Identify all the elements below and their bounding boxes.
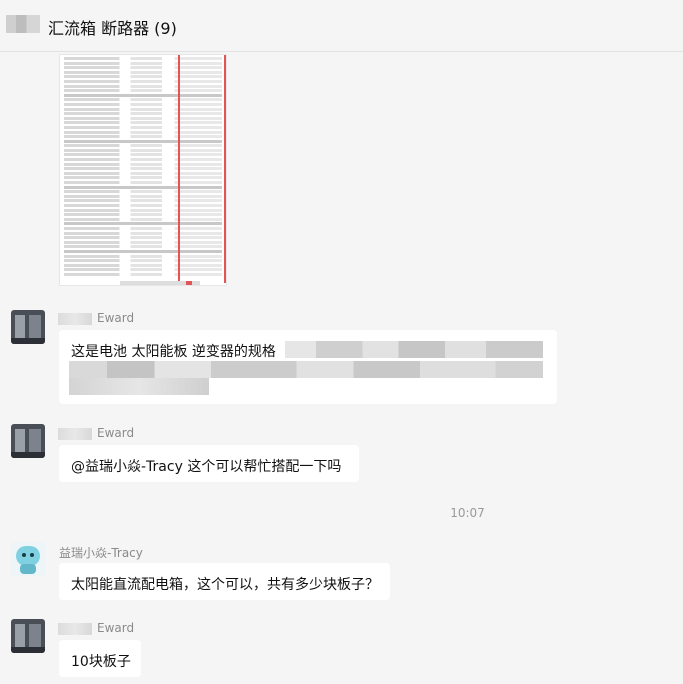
message-text: @益瑞小焱-Tracy 这个可以帮忙搭配一下吗 <box>71 459 342 475</box>
message-text: 这是电池 太阳能板 逆变器的规格 <box>71 344 276 360</box>
sender-name-redacted <box>58 313 92 325</box>
sender-name: Eward <box>97 621 135 635</box>
sender-name-redacted <box>58 428 92 440</box>
message-text: 10块板子 <box>71 654 131 670</box>
timestamp: 10:07 <box>450 506 485 520</box>
message-text: 太阳能直流配电箱，这个可以，共有多少块板子？ <box>71 577 379 593</box>
eward-avatar[interactable] <box>11 310 45 344</box>
message-bubble[interactable]: 10块板子 <box>59 640 141 677</box>
chat-title: 汇流箱 断路器 (9) <box>48 19 177 38</box>
tracy-avatar[interactable] <box>11 542 45 576</box>
redacted-text <box>285 341 543 358</box>
message-bubble[interactable]: @益瑞小焱-Tracy 这个可以帮忙搭配一下吗 <box>59 445 359 482</box>
group-avatar <box>6 15 40 33</box>
eward-avatar[interactable] <box>11 424 45 458</box>
message-bubble[interactable]: 太阳能直流配电箱，这个可以，共有多少块板子？ <box>59 563 390 600</box>
eward-avatar[interactable] <box>11 619 45 653</box>
chat-header: 汇流箱 断路器 (9) <box>0 0 683 52</box>
redacted-text <box>69 378 209 395</box>
highlight-box <box>178 55 226 283</box>
sender-name: Eward <box>97 311 135 325</box>
sender-name: Eward <box>97 426 135 440</box>
sender-name: 益瑞小焱-Tracy <box>59 546 143 560</box>
sender-name-redacted <box>58 623 92 635</box>
redacted-text <box>69 361 543 378</box>
message-bubble[interactable]: 这是电池 太阳能板 逆变器的规格 <box>59 330 557 404</box>
spec-sheet-image[interactable] <box>59 54 227 286</box>
